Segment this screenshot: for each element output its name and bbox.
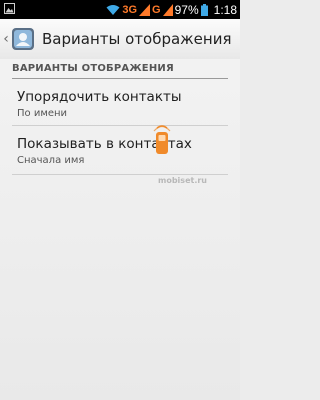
section-divider	[12, 78, 228, 79]
chevron-left-icon: ‹	[3, 31, 9, 47]
up-navigation-button[interactable]: ‹	[2, 19, 10, 59]
mobiset-logo-icon	[153, 125, 171, 154]
setting-summary: По имени	[17, 108, 68, 119]
gallery-notification-icon	[4, 3, 15, 14]
battery-icon	[200, 3, 208, 16]
signal-icon-2	[162, 3, 173, 16]
sort-contacts-setting[interactable]: Упорядочить контакты По имени	[0, 80, 240, 125]
watermark-text: mobiset.ru	[158, 176, 207, 185]
status-bar: 3G G 97% 1:18	[0, 0, 240, 19]
section-header: ВАРИАНТЫ ОТОБРАЖЕНИЯ	[12, 63, 174, 74]
battery-percent: 97%	[174, 2, 199, 17]
signal-icon	[139, 3, 151, 16]
network-type-3g: 3G	[122, 3, 138, 16]
setting-title: Упорядочить контакты	[17, 89, 182, 105]
display-options-screen: 3G G 97% 1:18 ‹ Варианты отображения ВАР…	[0, 0, 240, 400]
network-type-g: G	[152, 3, 161, 16]
action-bar: ‹ Варианты отображения	[0, 19, 240, 59]
contacts-app-icon[interactable]	[11, 27, 35, 51]
wifi-icon	[106, 4, 120, 15]
mobiset-watermark: mobiset.ru	[148, 124, 218, 188]
clock: 1:18	[213, 2, 237, 17]
status-indicators: 3G G 97% 1:18	[106, 0, 237, 19]
setting-summary: Сначала имя	[17, 155, 85, 166]
screen-title: Варианты отображения	[42, 30, 232, 48]
